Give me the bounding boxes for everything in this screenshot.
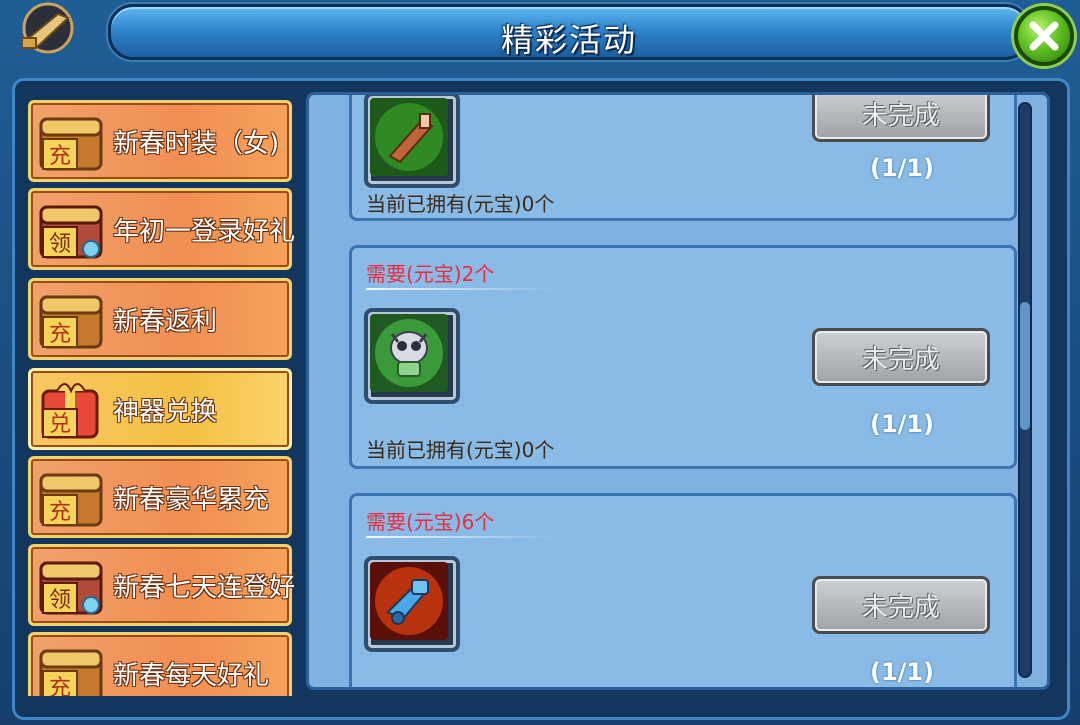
sidebar-item-label: 新春时装（女)	[113, 129, 280, 159]
recharge-chest-icon: 充	[39, 473, 103, 527]
status-button[interactable]: 未完成	[812, 95, 990, 142]
reward-card: 需要(元宝)2个 未完成 (1/1) 当前已拥有(元宝)0个	[349, 245, 1017, 469]
window-title: 精彩活动	[500, 21, 637, 59]
sidebar-item-label: 新春返利	[113, 307, 218, 337]
exchange-gift-icon: 兑	[41, 383, 99, 439]
side-badge-3: 兑	[49, 412, 71, 437]
sidebar-item-label: 神器兑换	[113, 397, 218, 427]
progress-text: (1/1)	[870, 410, 935, 438]
scrollbar-thumb[interactable]	[1020, 302, 1030, 430]
title-bar: 精彩活动	[108, 4, 1030, 60]
side-badge-2: 充	[49, 322, 71, 347]
blue-mech-icon	[370, 562, 448, 640]
status-button[interactable]: 未完成	[812, 328, 990, 386]
side-badge-0: 充	[49, 144, 71, 169]
reward-item-slot[interactable]	[364, 95, 460, 188]
sidebar-item-seven-day-login-gift[interactable]: 领 新春七天连登好礼	[28, 544, 294, 626]
reward-item-slot[interactable]	[364, 308, 460, 404]
close-button[interactable]	[1014, 6, 1074, 66]
activity-sidebar: 充 新春时装（女) 领 年初一登录好礼 充 新春返利 兑 神器兑换 充 新春豪华…	[28, 96, 294, 696]
status-button[interactable]: 未完成	[812, 576, 990, 634]
recharge-chest-icon: 充	[39, 117, 103, 171]
reward-card: 需要(元宝)6个 未完成 (1/1)	[349, 493, 1017, 687]
requirement-text: 需要(元宝)6个	[366, 510, 495, 534]
reward-card: 未完成 (1/1) 当前已拥有(元宝)0个	[349, 95, 1017, 221]
sidebar-item-label: 年初一登录好礼	[113, 217, 294, 247]
side-badge-6: 充	[49, 676, 71, 696]
recharge-chest-icon: 充	[39, 295, 103, 349]
green-blade-icon	[370, 98, 448, 176]
progress-text: (1/1)	[870, 658, 935, 686]
side-badge-5: 领	[49, 588, 71, 613]
reward-item-slot[interactable]	[364, 556, 460, 652]
side-badge-4: 充	[49, 500, 71, 525]
owned-text: 当前已拥有(元宝)0个	[366, 192, 555, 216]
menu-shortcut-icon	[21, 2, 74, 54]
recharge-chest-icon: 充	[39, 649, 103, 696]
sidebar-item-label: 新春每天好礼	[113, 661, 270, 691]
requirement-text: 需要(元宝)2个	[366, 262, 495, 286]
sidebar-item-new-year-deluxe-recharge[interactable]: 充 新春豪华累充	[28, 456, 292, 538]
sidebar-item-new-year-login-gift[interactable]: 领 年初一登录好礼	[28, 188, 294, 270]
sidebar-item-label: 新春七天连登好礼	[113, 573, 294, 603]
reward-list-panel[interactable]: 未完成 (1/1) 当前已拥有(元宝)0个 需要(元宝)2个 未完成 (1/1)…	[306, 92, 1050, 690]
side-badge-1: 领	[49, 232, 71, 257]
owned-text: 当前已拥有(元宝)0个	[366, 438, 555, 462]
progress-text: (1/1)	[870, 154, 935, 182]
sidebar-item-artifact-exchange[interactable]: 兑 神器兑换	[28, 368, 292, 450]
owl-robot-icon	[370, 314, 448, 392]
claim-gift-chest-icon: 领	[39, 205, 103, 259]
requirement-divider	[366, 536, 556, 538]
sidebar-item-new-year-rebate[interactable]: 充 新春返利	[28, 278, 292, 360]
close-x-icon	[1029, 21, 1059, 51]
sidebar-item-new-year-costume[interactable]: 充 新春时装（女)	[28, 100, 292, 182]
sidebar-item-label: 新春豪华累充	[113, 485, 270, 515]
sidebar-item-daily-gift[interactable]: 充 新春每天好礼	[28, 632, 292, 696]
requirement-divider	[366, 288, 556, 290]
claim-gift-chest-icon: 领	[39, 561, 103, 615]
